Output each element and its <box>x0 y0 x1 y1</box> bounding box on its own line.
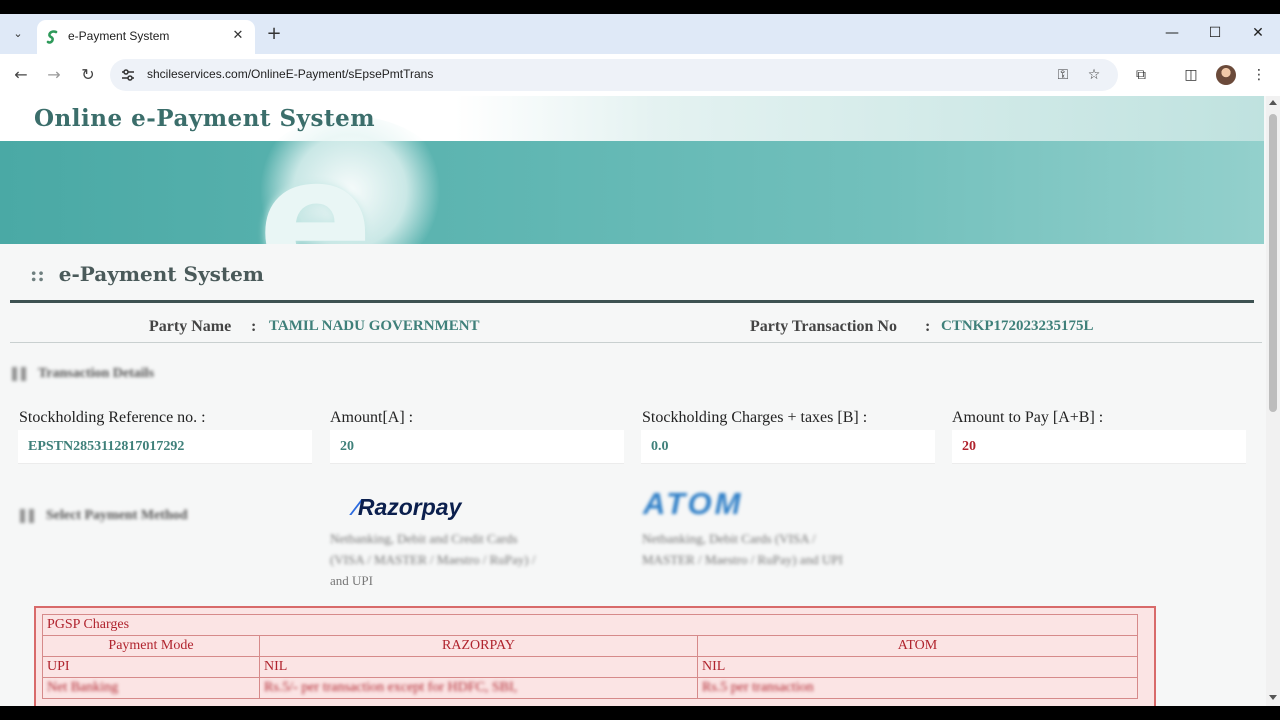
party-txn-value: CTNKP172023235175L <box>941 318 1094 334</box>
close-icon[interactable]: ✕ <box>1243 22 1273 44</box>
reload-icon[interactable]: ↻ <box>77 64 99 86</box>
grid-icon <box>12 366 28 381</box>
page-viewport: e Online e-Payment System :: e-Payment Sy… <box>0 96 1266 706</box>
grid-icon <box>20 508 36 523</box>
forward-arrow-icon[interactable]: → <box>43 64 65 86</box>
pgsp-cell: UPI <box>42 656 260 678</box>
pgsp-header-cell: ATOM <box>697 635 1138 657</box>
ref-no-field: EPSTN2853112817017292 <box>18 430 312 464</box>
razorpay-description: Netbanking, Debit and Credit Cards (VISA… <box>330 528 535 570</box>
tab-strip: ⌄ e-Payment System ✕ + — ☐ ✕ <box>0 14 1280 54</box>
tab-title: e-Payment System <box>68 29 170 43</box>
party-divider <box>10 342 1262 343</box>
party-name-separator: : <box>251 318 257 335</box>
pgsp-cell: Net Banking <box>42 677 260 699</box>
tab-epayment[interactable]: e-Payment System ✕ <box>37 20 255 54</box>
puzzle-icon[interactable]: ⧉ <box>1131 65 1151 85</box>
banner-title: Online e-Payment System <box>34 105 376 132</box>
pgsp-charges-panel: PGSP Charges Payment Mode RAZORPAY ATOM … <box>34 606 1156 706</box>
browser-toolbar: ← → ↻ shcileservices.com/OnlineE-Payment… <box>0 54 1280 96</box>
amount-to-pay-field: 20 <box>952 430 1246 464</box>
pgsp-header-row: Payment Mode RAZORPAY ATOM <box>42 635 1138 657</box>
pgsp-header-cell: Payment Mode <box>42 635 260 657</box>
amount-field: 20 <box>330 430 624 464</box>
page-title: :: e-Payment System <box>30 262 264 286</box>
address-bar[interactable]: shcileservices.com/OnlineE-Payment/sEpse… <box>110 59 1118 91</box>
atom-description: Netbanking, Debit Cards (VISA / MASTER /… <box>642 528 843 570</box>
section-divider <box>10 300 1254 303</box>
header-banner: e Online e-Payment System <box>0 96 1264 244</box>
side-panel-icon[interactable]: ◫ <box>1181 65 1201 85</box>
page-scrollbar[interactable] <box>1266 96 1280 706</box>
pgsp-cell: Rs.5 per transaction <box>697 677 1138 699</box>
razorpay-desc-upi: and UPI <box>330 573 373 588</box>
scroll-down-icon[interactable] <box>1269 695 1277 700</box>
scroll-up-icon[interactable] <box>1269 100 1277 105</box>
charges-field: 0.0 <box>641 430 935 464</box>
banner-e-logo: e <box>258 122 374 244</box>
payment-method-text: Select Payment Method <box>46 508 188 523</box>
plus-icon[interactable]: + <box>264 24 284 44</box>
amount-label: Amount[A] : <box>330 409 414 426</box>
star-icon[interactable]: ☆ <box>1085 66 1103 84</box>
party-name-label: Party Name <box>149 318 232 335</box>
atom-desc-line: Netbanking, Debit Cards (VISA / <box>642 531 816 546</box>
pgsp-charges-table: PGSP Charges Payment Mode RAZORPAY ATOM … <box>42 614 1138 699</box>
tune-icon[interactable] <box>120 67 136 83</box>
key-icon[interactable]: ⚿ <box>1054 66 1072 84</box>
party-name-value: TAMIL NADU GOVERNMENT <box>269 318 480 334</box>
razorpay-desc-line: (VISA / MASTER / Maestro / RuPay) / <box>330 552 536 567</box>
minimize-icon[interactable]: — <box>1157 22 1187 44</box>
atom-desc-line: MASTER / Maestro / RuPay) and UPI <box>642 552 843 567</box>
table-row: UPI NIL NIL <box>42 656 1138 678</box>
screen-bottom-edge <box>0 706 1280 720</box>
transaction-details-heading: Transaction Details <box>12 366 154 382</box>
party-txn-label: Party Transaction No <box>750 318 897 335</box>
site-favicon-icon <box>46 30 58 44</box>
ref-no-label: Stockholding Reference no. : <box>19 409 206 426</box>
pgsp-header-cell: RAZORPAY <box>259 635 698 657</box>
close-icon[interactable]: ✕ <box>229 27 247 45</box>
table-row: Net Banking Rs.5/- per transaction excep… <box>42 677 1138 699</box>
banner-band <box>0 141 1264 244</box>
back-arrow-icon[interactable]: ← <box>10 64 32 86</box>
browser-chrome: ⌄ e-Payment System ✕ + — ☐ ✕ ← → ↻ shcil… <box>0 14 1280 96</box>
amount-to-pay-label: Amount to Pay [A+B] : <box>952 409 1104 426</box>
razorpay-desc-line: Netbanking, Debit and Credit Cards <box>330 531 518 546</box>
chevron-down-icon[interactable]: ⌄ <box>8 24 28 44</box>
pgsp-cell: NIL <box>259 656 698 678</box>
razorpay-logo[interactable]: ⁄Razorpay <box>354 494 461 521</box>
pgsp-title-row: PGSP Charges <box>42 614 1138 636</box>
section-title-text: e-Payment System <box>58 262 264 286</box>
pgsp-title: PGSP Charges <box>42 614 1138 636</box>
kebab-menu-icon[interactable]: ⋮ <box>1249 65 1269 85</box>
scroll-thumb[interactable] <box>1269 114 1277 412</box>
section-marker-icon: :: <box>30 262 45 286</box>
url-text: shcileservices.com/OnlineE-Payment/sEpse… <box>147 67 434 81</box>
pgsp-cell: NIL <box>697 656 1138 678</box>
payment-method-heading: Select Payment Method <box>20 508 188 524</box>
screen-top-edge <box>0 0 1280 14</box>
avatar[interactable] <box>1216 65 1236 85</box>
party-txn-separator: : <box>925 318 931 335</box>
maximize-icon[interactable]: ☐ <box>1200 22 1230 44</box>
atom-logo[interactable]: ATOM <box>643 486 743 522</box>
charges-label: Stockholding Charges + taxes [B] : <box>642 409 868 426</box>
transaction-details-text: Transaction Details <box>38 366 155 381</box>
razorpay-logo-text: Razorpay <box>357 494 462 520</box>
pgsp-cell: Rs.5/- per transaction except for HDFC, … <box>259 677 698 699</box>
